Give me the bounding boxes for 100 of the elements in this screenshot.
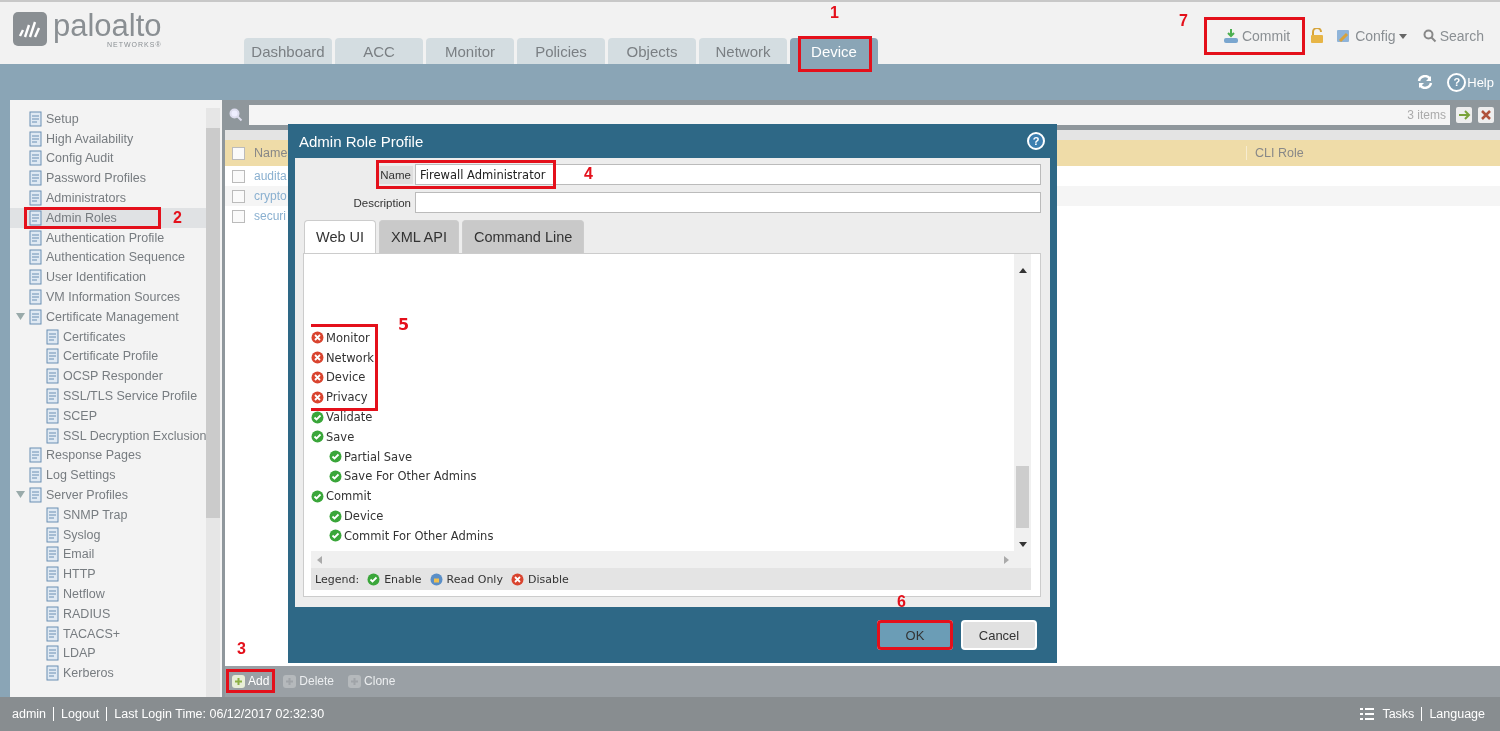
- dialog-tab[interactable]: Web UI: [304, 220, 377, 253]
- sidebar-item[interactable]: LDAP: [10, 643, 207, 664]
- sidebar-item[interactable]: User Identification: [10, 267, 207, 288]
- sidebar-item[interactable]: Response Pages: [10, 445, 207, 466]
- checkbox[interactable]: [231, 189, 245, 203]
- right-arrow-icon[interactable]: [1004, 555, 1009, 564]
- sidebar-item[interactable]: Netflow: [10, 584, 207, 604]
- toolbar-button[interactable]: Add: [229, 672, 273, 691]
- up-arrow-icon[interactable]: [1018, 268, 1027, 273]
- permission-item[interactable]: Device: [311, 506, 1014, 526]
- sidebar-item[interactable]: Certificates: [10, 326, 207, 347]
- nav-tab[interactable]: Objects: [608, 38, 696, 64]
- permission-item[interactable]: Privacy: [311, 387, 375, 408]
- checkbox[interactable]: [231, 209, 245, 223]
- sidebar-item[interactable]: Syslog: [10, 524, 207, 545]
- nav-tab[interactable]: Monitor: [426, 38, 514, 64]
- permission-item[interactable]: Device: [311, 367, 375, 388]
- permission-item[interactable]: Save: [311, 427, 1014, 447]
- sidebar-item[interactable]: RADIUS: [10, 603, 207, 624]
- permission-item[interactable]: Save For Other Admins: [311, 466, 1014, 487]
- column-header[interactable]: CLI Role: [1246, 146, 1500, 160]
- sidebar-item[interactable]: Certificate Profile: [10, 346, 207, 367]
- dialog-button[interactable]: Cancel: [961, 620, 1037, 650]
- arrow-icon[interactable]: [1456, 107, 1472, 123]
- checkbox[interactable]: [231, 146, 245, 160]
- refresh-icon[interactable]: [1417, 75, 1434, 89]
- check-circle-icon[interactable]: [329, 509, 342, 523]
- x-circle-icon[interactable]: [311, 390, 324, 404]
- sidebar-item[interactable]: SNMP Trap: [10, 504, 207, 525]
- check-circle-icon[interactable]: [311, 430, 324, 444]
- close-icon[interactable]: [1478, 107, 1494, 123]
- sidebar-item[interactable]: Administrators: [10, 188, 207, 208]
- sidebar-item[interactable]: SSL Decryption Exclusion: [10, 425, 207, 446]
- help-button[interactable]: ? Help: [1447, 72, 1494, 92]
- dialog-button[interactable]: OK: [877, 620, 953, 650]
- x-circle-icon[interactable]: [311, 351, 324, 365]
- sidebar-item[interactable]: Email: [10, 544, 207, 565]
- left-arrow-icon[interactable]: [317, 555, 322, 564]
- description-field[interactable]: [415, 192, 1041, 213]
- scrollbar-thumb[interactable]: [206, 128, 220, 518]
- permission-item[interactable]: Commit: [311, 486, 1014, 507]
- scrollbar[interactable]: [311, 551, 1031, 568]
- config-button[interactable]: Config: [1332, 26, 1411, 46]
- sidebar-item[interactable]: Authentication Profile: [10, 227, 207, 248]
- nav-tab[interactable]: Network: [699, 38, 787, 64]
- last-login-text: Last Login Time: 06/12/2017 02:32:30: [106, 707, 332, 721]
- sidebar-item[interactable]: TACACS+: [10, 623, 207, 644]
- scrollbar[interactable]: [206, 108, 220, 697]
- sidebar-item[interactable]: Config Audit: [10, 148, 207, 169]
- sidebar-item[interactable]: HTTP: [10, 564, 207, 585]
- sidebar-item[interactable]: Authentication Sequence: [10, 247, 207, 268]
- callout-number: 1: [830, 4, 839, 22]
- sidebar-item[interactable]: Admin Roles 2: [10, 208, 207, 228]
- lock-icon[interactable]: [1310, 28, 1325, 44]
- checkbox[interactable]: [231, 169, 245, 183]
- search-button[interactable]: Search: [1418, 26, 1488, 46]
- logout-link[interactable]: Logout: [53, 707, 107, 721]
- sidebar-item[interactable]: VM Information Sources: [10, 287, 207, 307]
- check-circle-icon[interactable]: [329, 450, 342, 464]
- nav-tab[interactable]: Policies: [517, 38, 605, 64]
- x-circle-icon[interactable]: [311, 371, 324, 384]
- scrollbar[interactable]: [1014, 254, 1031, 551]
- sidebar-item[interactable]: SSL/TLS Service Profile: [10, 386, 207, 406]
- permission-item[interactable]: Network: [311, 347, 375, 368]
- callout-number: 7: [1178, 12, 1188, 30]
- expand-triangle-icon[interactable]: [16, 312, 25, 321]
- nav-tab[interactable]: Dashboard: [244, 38, 332, 64]
- permission-item[interactable]: Validate: [311, 407, 1014, 427]
- sidebar-item[interactable]: Server Profiles: [10, 485, 207, 505]
- sidebar-item[interactable]: Certificate Management: [10, 306, 207, 327]
- sidebar-item[interactable]: SCEP: [10, 405, 207, 426]
- tasks-icon[interactable]: [1359, 707, 1376, 721]
- tasks-link[interactable]: Tasks: [1375, 707, 1422, 721]
- check-circle-icon[interactable]: [329, 529, 342, 543]
- document-icon: [45, 605, 61, 622]
- permission-item[interactable]: Commit For Other Admins: [311, 525, 1014, 546]
- dialog-tab[interactable]: Command Line: [462, 220, 585, 253]
- filter-field[interactable]: 3 items: [249, 105, 1450, 125]
- dialog-tab[interactable]: XML API: [379, 220, 459, 253]
- search-icon: [229, 108, 243, 122]
- scrollbar-thumb[interactable]: [1016, 466, 1029, 528]
- sidebar-item[interactable]: Kerberos: [10, 663, 207, 684]
- check-circle-icon[interactable]: [311, 410, 324, 424]
- check-circle-icon[interactable]: [329, 469, 342, 483]
- sidebar-item[interactable]: OCSP Responder: [10, 366, 207, 387]
- sidebar-item[interactable]: Password Profiles: [10, 168, 207, 189]
- nav-tab[interactable]: ACC: [335, 38, 423, 64]
- document-icon: [28, 130, 44, 147]
- sidebar-item[interactable]: Setup: [10, 109, 207, 129]
- permission-item[interactable]: Partial Save: [311, 446, 1014, 467]
- expand-triangle-icon[interactable]: [16, 491, 25, 500]
- x-circle-icon[interactable]: [311, 331, 324, 345]
- commit-button[interactable]: Commit: [1206, 20, 1303, 52]
- help-icon[interactable]: ?: [1027, 132, 1045, 150]
- language-link[interactable]: Language: [1421, 707, 1492, 721]
- permission-item[interactable]: Monitor: [311, 328, 375, 348]
- sidebar-item[interactable]: High Availability: [10, 128, 207, 149]
- down-arrow-icon[interactable]: [1018, 542, 1027, 547]
- sidebar-item[interactable]: Log Settings: [10, 465, 207, 486]
- check-circle-icon[interactable]: [311, 489, 324, 503]
